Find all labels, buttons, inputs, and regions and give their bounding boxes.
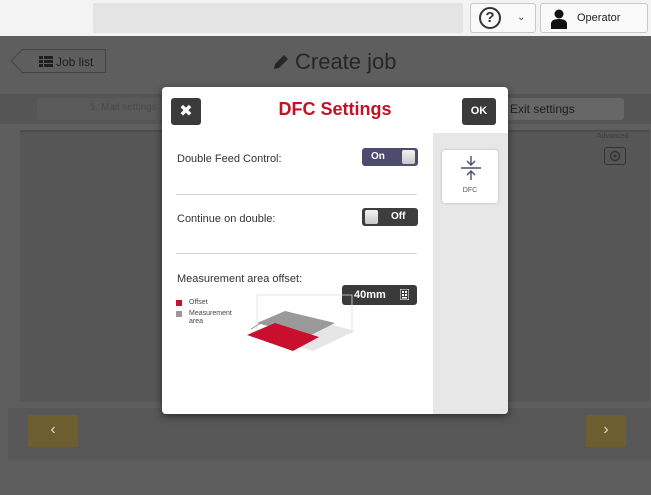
advanced-label: Advanced xyxy=(597,133,629,140)
divider xyxy=(176,194,417,195)
close-button[interactable]: ✖ xyxy=(171,98,201,125)
legend-measurement-label: Measurement area xyxy=(189,310,232,325)
chevron-left-icon: ‹ xyxy=(50,421,56,438)
top-status-area xyxy=(93,3,463,33)
legend-swatch-offset xyxy=(176,300,182,306)
exit-settings-label: Exit settings xyxy=(510,102,575,116)
dialog-title: DFC Settings xyxy=(278,99,392,119)
job-list-label: Job list xyxy=(56,55,94,69)
chevron-down-icon: ⌄ xyxy=(517,12,526,23)
gear-icon[interactable] xyxy=(604,147,626,165)
continue-on-double-label: Continue on double: xyxy=(177,213,276,225)
divider xyxy=(176,253,417,254)
bottom-band xyxy=(0,460,651,495)
offset-value: 40mm xyxy=(354,289,386,301)
legend-offset-label: Offset xyxy=(189,299,208,306)
ok-button[interactable]: OK xyxy=(462,98,496,125)
page-title: Create job xyxy=(295,49,397,74)
measurement-area-offset-label: Measurement area offset: xyxy=(177,273,303,285)
help-button[interactable]: ? ⌄ xyxy=(470,3,536,33)
pencil-icon xyxy=(274,55,288,69)
toggle-state-label: Off xyxy=(391,211,406,222)
user-icon xyxy=(551,9,567,29)
job-list-button[interactable]: Job list xyxy=(22,49,106,73)
previous-button[interactable]: ‹ xyxy=(28,415,78,447)
dfc-tab[interactable]: DFC xyxy=(442,150,498,203)
dfc-compress-icon xyxy=(461,156,481,180)
legend-swatch-measurement xyxy=(176,311,182,317)
measurement-area-illustration xyxy=(247,294,355,351)
user-label: Operator xyxy=(577,12,621,24)
close-x-icon: ✖ xyxy=(179,103,193,120)
dfc-tab-label: DFC xyxy=(462,187,478,194)
user-menu-button[interactable]: Operator xyxy=(540,3,648,33)
keypad-icon xyxy=(400,289,409,300)
toggle-knob xyxy=(365,210,378,224)
toggle-state-label: On xyxy=(371,151,385,162)
chevron-right-icon: › xyxy=(603,421,609,438)
toggle-knob xyxy=(402,150,415,164)
dfc-settings-dialog: DFC Settings ✖ OK DFC Double Feed Contro… xyxy=(162,87,508,414)
continue-on-double-toggle[interactable]: Off xyxy=(362,208,418,226)
nav-bar xyxy=(8,408,651,460)
step-tab-label: 1. Mail settings xyxy=(90,102,157,113)
question-circle-icon: ? xyxy=(479,7,501,29)
double-feed-control-label: Double Feed Control: xyxy=(177,153,282,165)
double-feed-control-toggle[interactable]: On xyxy=(362,148,418,166)
next-button[interactable]: › xyxy=(586,415,626,447)
grid-list-icon xyxy=(39,56,53,67)
